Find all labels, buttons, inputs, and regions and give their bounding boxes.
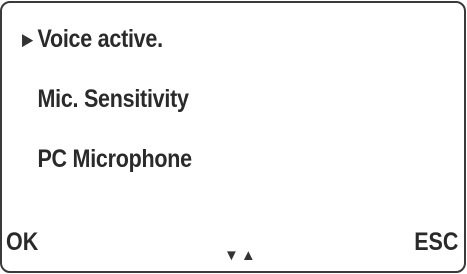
menu-item-voice-active[interactable]: ▶ Voice active. bbox=[22, 19, 163, 59]
menu-item-label: Voice active. bbox=[37, 24, 163, 53]
menu-item-mic-sensitivity[interactable]: Mic. Sensitivity bbox=[22, 79, 189, 119]
scroll-arrows: ▼ ▲ bbox=[224, 247, 256, 264]
display-screen: ▶ Voice active. Mic. Sensitivity PC Micr… bbox=[0, 1, 466, 273]
triangle-up-icon[interactable]: ▲ bbox=[241, 247, 256, 264]
triangle-down-icon[interactable]: ▼ bbox=[224, 247, 239, 264]
menu-item-pc-microphone[interactable]: PC Microphone bbox=[22, 139, 192, 179]
esc-softkey[interactable]: ESC bbox=[414, 228, 458, 257]
menu-item-label: Mic. Sensitivity bbox=[37, 84, 189, 113]
menu-item-label: PC Microphone bbox=[37, 144, 192, 173]
selection-arrow-icon: ▶ bbox=[22, 29, 33, 49]
ok-softkey[interactable]: OK bbox=[6, 228, 38, 257]
